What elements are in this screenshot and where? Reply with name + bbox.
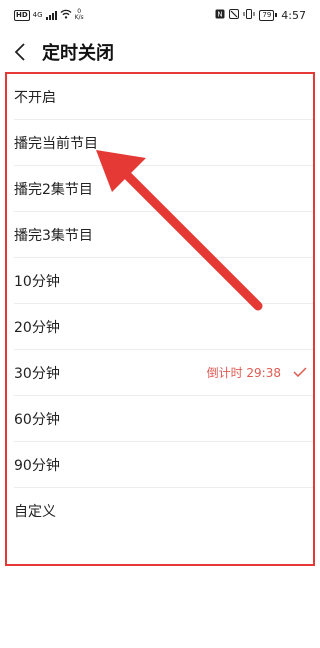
mute-icon [229,8,240,22]
hd-badge: HD [14,9,30,21]
wifi-icon [60,9,72,22]
option-label: 10分钟 [14,273,60,290]
speed-unit: K/s [74,14,84,21]
option-label: 自定义 [14,503,56,520]
option-custom[interactable]: 自定义 [14,488,313,533]
signal-icon [45,10,57,20]
option-label: 60分钟 [14,411,60,428]
battery-tip [275,13,278,17]
option-10-min[interactable]: 10分钟 [14,258,313,304]
option-30-min[interactable]: 30分钟 倒计时 29:38 [14,350,313,396]
option-label: 90分钟 [14,457,60,474]
network-type: 4G [32,11,43,19]
page-title: 定时关闭 [42,43,114,64]
svg-text:N: N [218,10,223,18]
option-60-min[interactable]: 60分钟 [14,396,313,442]
option-status: 倒计时 29:38 [207,364,307,381]
option-finish-current[interactable]: 播完当前节目 [14,120,313,166]
highlight-frame: 不开启 播完当前节目 播完2集节目 播完3集节目 10分钟 20分钟 30分钟 … [5,72,315,566]
nfc-icon: N [215,9,225,22]
status-bar: HD 4G 0 K/s N 79 4:57 [0,0,320,30]
vibrate-icon [243,8,255,22]
option-label: 20分钟 [14,319,60,336]
chevron-left-icon[interactable] [0,30,40,74]
option-20-min[interactable]: 20分钟 [14,304,313,350]
timer-options-list: 不开启 播完当前节目 播完2集节目 播完3集节目 10分钟 20分钟 30分钟 … [7,74,313,533]
option-finish-3-episodes[interactable]: 播完3集节目 [14,212,313,258]
option-label: 播完2集节目 [14,181,93,198]
option-label: 不开启 [14,89,56,106]
page-header: 定时关闭 [0,30,320,74]
option-90-min[interactable]: 90分钟 [14,442,313,488]
clock: 4:57 [281,8,306,22]
network-speed: 0 K/s [75,9,84,21]
battery-icon: 79 [259,9,275,21]
option-finish-2-episodes[interactable]: 播完2集节目 [14,166,313,212]
countdown-text: 倒计时 29:38 [206,366,281,380]
option-label: 播完当前节目 [14,135,98,152]
option-label: 播完3集节目 [14,227,93,244]
option-off[interactable]: 不开启 [14,74,313,120]
checkmark-icon [293,365,307,381]
option-label: 30分钟 [14,365,60,382]
